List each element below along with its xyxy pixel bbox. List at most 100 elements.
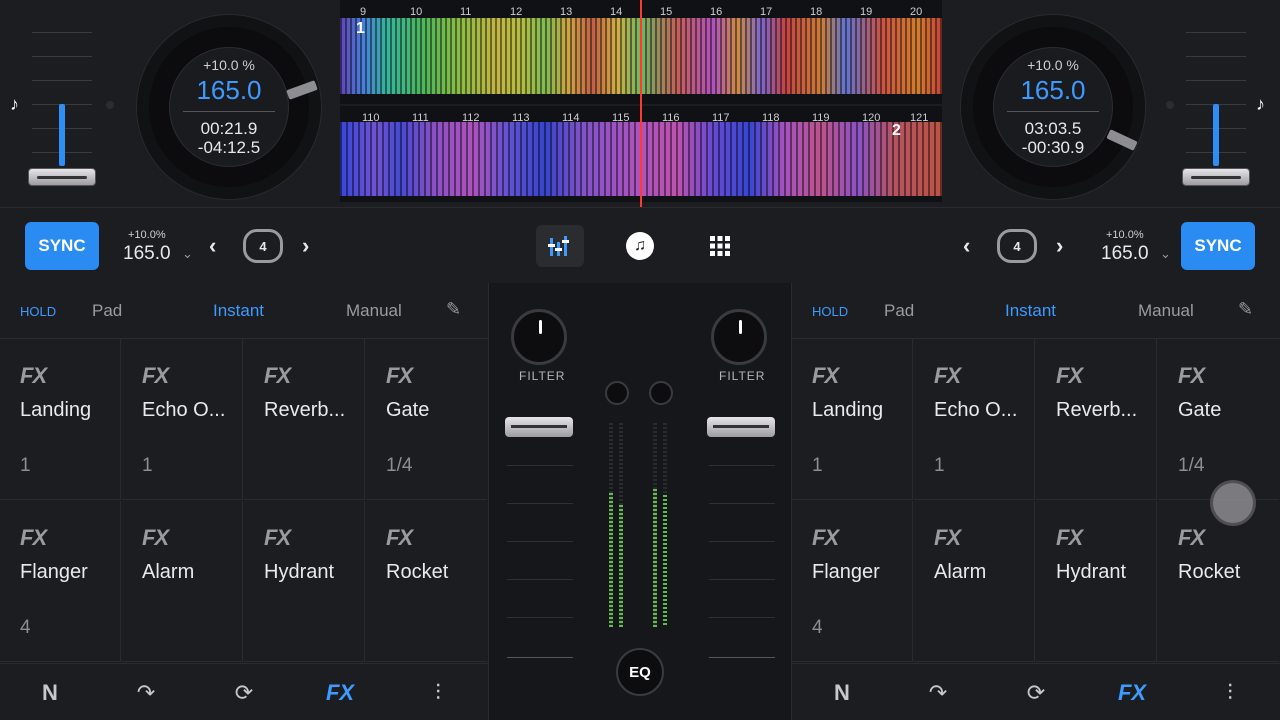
left-loop-button[interactable]: 4: [243, 229, 283, 263]
right-sync-button[interactable]: SYNC: [1181, 222, 1255, 270]
right-nav-logo-icon[interactable]: N: [822, 680, 862, 706]
right-keylock-icon[interactable]: ♪: [1256, 94, 1265, 115]
right-pitch-slider[interactable]: [1180, 28, 1254, 198]
wave2-bar-114: 114: [562, 112, 580, 124]
right-jog-wheel[interactable]: +10.0 % 165.0 03:03.5 -00:30.9: [960, 14, 1146, 200]
right-tab-pad[interactable]: Pad: [884, 301, 914, 321]
wave1-bar-9: 9: [360, 6, 367, 18]
left-loop-next-icon[interactable]: ›: [302, 233, 309, 259]
library-button[interactable]: ♫: [616, 225, 664, 267]
left-fx-pad-7[interactable]: FX Hydrant: [244, 501, 365, 662]
fx-value: 1: [20, 455, 31, 476]
left-nav-loop-icon[interactable]: ⟳: [224, 680, 264, 706]
left-tab-manual[interactable]: Manual: [346, 301, 402, 321]
left-sync-button[interactable]: SYNC: [25, 222, 99, 270]
fx-icon: FX: [934, 525, 961, 550]
left-keylock-icon[interactable]: ♪: [10, 94, 19, 115]
left-fx-pad-4[interactable]: FX Gate 1/4: [366, 339, 487, 500]
left-gain-knob[interactable]: [605, 381, 629, 405]
right-edit-pencil-icon[interactable]: ✎: [1238, 299, 1253, 320]
right-nav-cue-icon[interactable]: ↷: [918, 680, 958, 706]
left-elapsed-time: 00:21.9: [200, 119, 258, 138]
mixer-view-button[interactable]: [536, 225, 584, 267]
fx-value: 1/4: [1178, 455, 1205, 476]
wave2-bar-112: 112: [462, 112, 480, 124]
right-bpm-dropdown-icon[interactable]: ⌄: [1160, 246, 1171, 262]
right-loop-next-icon[interactable]: ›: [1056, 233, 1063, 259]
right-nav-eq-sliders-icon[interactable]: ⫶: [1210, 680, 1250, 706]
playhead-line: [640, 0, 642, 207]
fx-icon: FX: [812, 525, 839, 550]
left-hold-toggle[interactable]: HOLD: [20, 304, 56, 319]
left-fader-handle[interactable]: [505, 417, 573, 437]
wave2-bar-118: 118: [762, 112, 780, 124]
eq-button[interactable]: EQ: [616, 648, 664, 696]
left-fx-pad-6[interactable]: FX Alarm: [122, 501, 243, 662]
left-fx-pad-1[interactable]: FX Landing 1: [0, 339, 121, 500]
fx-icon: FX: [386, 525, 413, 550]
left-nav-logo-icon[interactable]: N: [30, 680, 70, 706]
right-tab-instant[interactable]: Instant: [1005, 301, 1056, 321]
fx-value: 1: [142, 455, 153, 476]
fx-name: Gate: [1178, 399, 1222, 421]
right-bpm-display[interactable]: 165.0: [1101, 243, 1149, 265]
left-bottom-nav: N ↷ ⟳ FX ⫶: [0, 663, 488, 720]
right-fx-pad-4[interactable]: FX Gate 1/4: [1158, 339, 1279, 500]
right-loop-length: 4: [1013, 238, 1021, 254]
right-hold-toggle[interactable]: HOLD: [812, 304, 848, 319]
wave1-bar-20: 20: [910, 6, 923, 18]
left-channel-fader[interactable]: [505, 413, 575, 663]
right-fx-pad-7[interactable]: FX Hydrant: [1036, 501, 1157, 662]
left-edit-pencil-icon[interactable]: ✎: [446, 299, 461, 320]
left-fx-pad-5[interactable]: FX Flanger 4: [0, 501, 121, 662]
right-fader-handle[interactable]: [707, 417, 775, 437]
fx-name: Echo O...: [142, 399, 226, 421]
mixer-panel: FILTER FILTER EQ: [488, 283, 792, 720]
fx-value: 1: [934, 455, 945, 476]
right-tab-manual[interactable]: Manual: [1138, 301, 1194, 321]
assistive-touch-button[interactable]: [1210, 480, 1256, 526]
left-fx-pad-8[interactable]: FX Rocket: [366, 501, 487, 662]
right-filter-knob[interactable]: [711, 309, 767, 365]
pads-view-button[interactable]: [696, 225, 744, 267]
fx-name: Alarm: [142, 561, 195, 583]
left-nav-fx-tab[interactable]: FX: [320, 680, 360, 706]
fx-icon: FX: [1178, 525, 1205, 550]
right-fx-pad-2[interactable]: FX Echo O... 1: [914, 339, 1035, 500]
right-nav-fx-tab[interactable]: FX: [1112, 680, 1152, 706]
right-loop-button[interactable]: 4: [997, 229, 1037, 263]
right-fx-pad-3[interactable]: FX Reverb...: [1036, 339, 1157, 500]
wave1-bar-13: 13: [560, 6, 573, 18]
wave1-bar-10: 10: [410, 6, 423, 18]
grid-icon: [710, 236, 730, 256]
wave2-bar-113: 113: [512, 112, 530, 124]
wave1-bar-18: 18: [810, 6, 823, 18]
left-bpm-dropdown-icon[interactable]: ⌄: [182, 246, 193, 262]
fx-name: Alarm: [934, 561, 987, 583]
right-nav-loop-icon[interactable]: ⟳: [1016, 680, 1056, 706]
left-fx-pad-2[interactable]: FX Echo O... 1: [122, 339, 243, 500]
right-fx-pad-1[interactable]: FX Landing 1: [792, 339, 913, 500]
left-pitch-handle[interactable]: [28, 168, 96, 186]
left-loop-prev-icon[interactable]: ‹: [209, 233, 216, 259]
right-pitch-handle[interactable]: [1182, 168, 1250, 186]
right-loop-prev-icon[interactable]: ‹: [963, 233, 970, 259]
wave1-bar-19: 19: [860, 6, 873, 18]
left-bpm-display[interactable]: 165.0: [123, 243, 171, 265]
mixer-view-icon: [548, 236, 569, 256]
left-jog-wheel[interactable]: +10.0 % 165.0 00:21.9 -04:12.5: [136, 14, 322, 200]
right-fx-pad-6[interactable]: FX Alarm: [914, 501, 1035, 662]
left-tab-pad[interactable]: Pad: [92, 301, 122, 321]
left-filter-knob[interactable]: [511, 309, 567, 365]
left-nav-cue-icon[interactable]: ↷: [126, 680, 166, 706]
left-pitch-slider[interactable]: [26, 28, 100, 198]
left-fx-pad-3[interactable]: FX Reverb...: [244, 339, 365, 500]
right-gain-knob[interactable]: [649, 381, 673, 405]
left-nav-eq-sliders-icon[interactable]: ⫶: [418, 680, 458, 706]
left-tab-instant[interactable]: Instant: [213, 301, 264, 321]
right-fx-pad-8[interactable]: FX Rocket: [1158, 501, 1279, 662]
fx-icon: FX: [1178, 363, 1205, 388]
right-fx-pad-5[interactable]: FX Flanger 4: [792, 501, 913, 662]
fx-icon: FX: [1056, 363, 1083, 388]
right-channel-fader[interactable]: [707, 413, 777, 663]
